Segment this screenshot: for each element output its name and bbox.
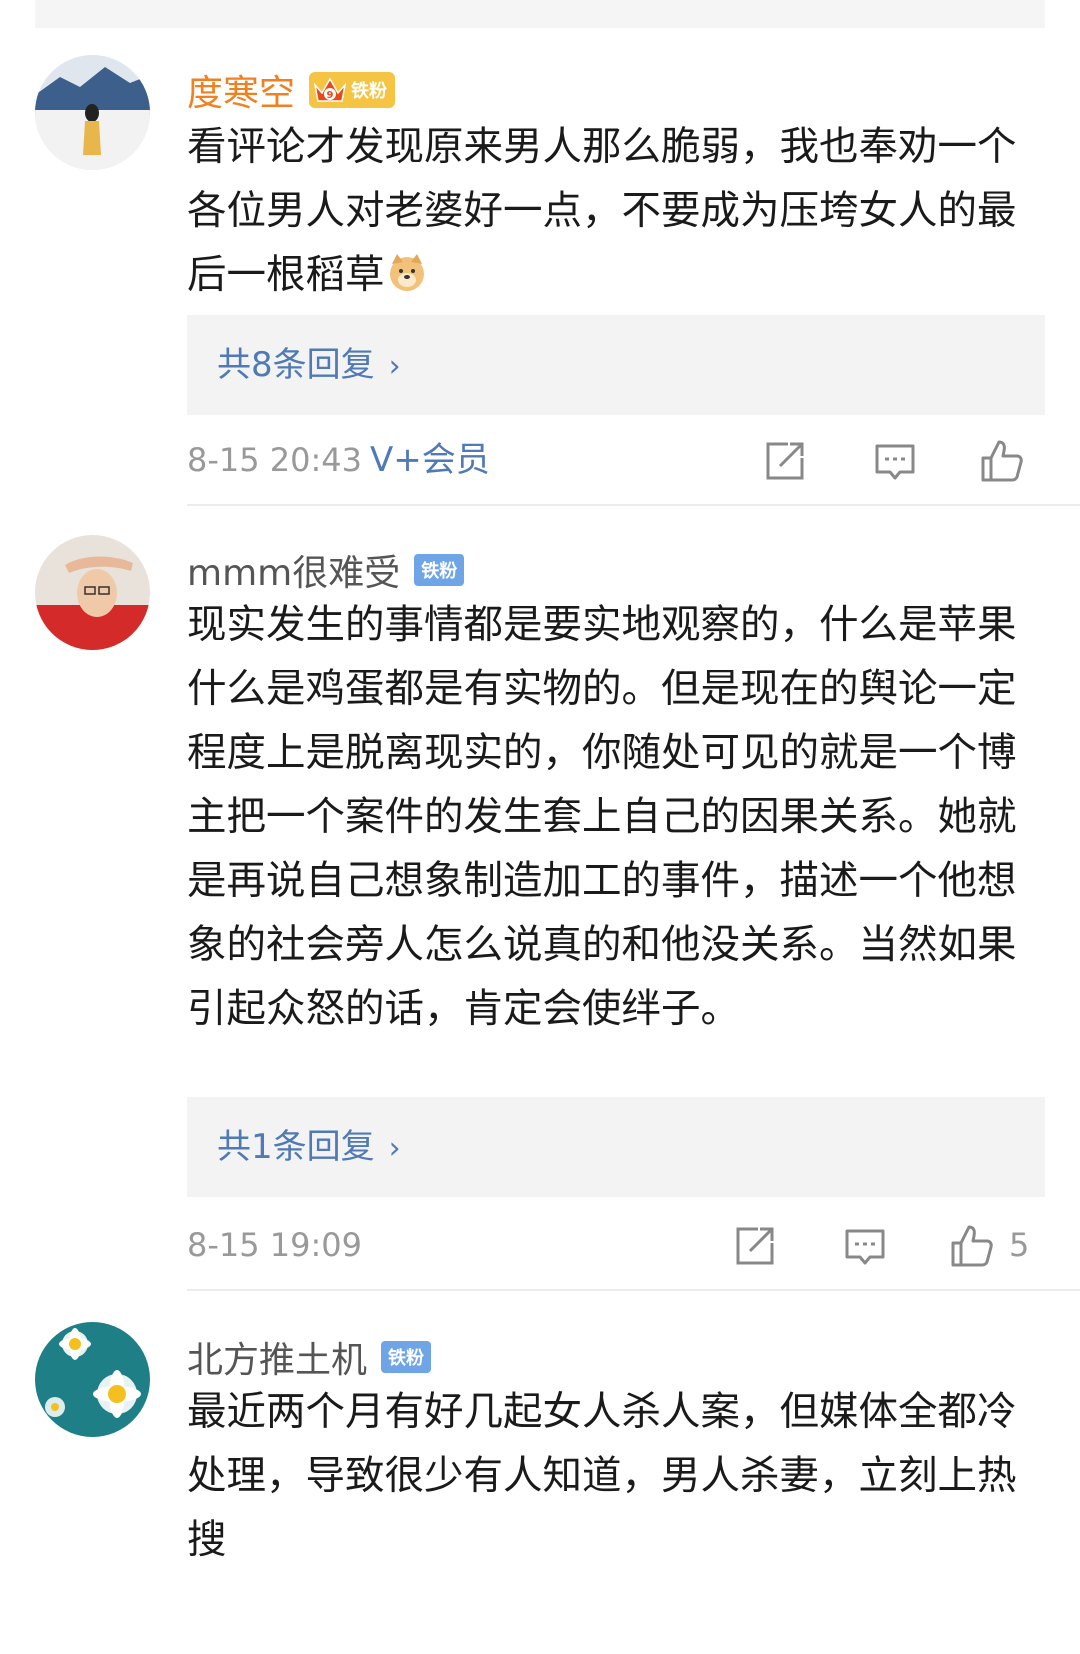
chevron-right-icon: › — [388, 349, 401, 384]
comment-item: 度寒空 9 铁粉 看评论才发现原来男人那么脆弱，我也奉劝一个各位男人对老婆好一点… — [0, 55, 1080, 506]
avatar[interactable] — [35, 535, 150, 650]
like-icon[interactable] — [949, 1223, 995, 1269]
comment-icon[interactable] — [872, 438, 918, 484]
username[interactable]: mmm很难受 — [187, 544, 400, 596]
comment-icon[interactable] — [842, 1223, 888, 1269]
divider — [187, 504, 1080, 506]
avatar[interactable] — [35, 55, 150, 170]
timestamp: 8-15 19:09 — [187, 1226, 363, 1264]
fan-badge-label: 铁粉 — [351, 81, 388, 102]
avatar[interactable] — [35, 1322, 150, 1437]
repost-icon[interactable] — [762, 438, 808, 484]
previous-reply-box — [35, 0, 1045, 28]
username[interactable]: 北方推土机 — [187, 1331, 367, 1383]
timestamp: 8-15 20:43 — [187, 441, 363, 479]
reply-summary-box[interactable]: 共8条回复 › — [187, 315, 1045, 415]
view-replies-link[interactable]: 共1条回复 › — [217, 1097, 401, 1199]
comment-text: 最近两个月有好几起女人杀人案，但媒体全都冷处理，导致很少有人知道，男人杀妻，立刻… — [187, 1389, 1017, 1563]
crown-icon: 9 — [313, 77, 347, 102]
like-icon[interactable] — [979, 438, 1025, 484]
vip-fan-badge[interactable]: 9 铁粉 — [309, 72, 396, 108]
fan-badge[interactable]: 铁粉 — [414, 554, 465, 586]
fan-badge[interactable]: 铁粉 — [381, 1341, 432, 1373]
vip-level: 9 — [327, 90, 334, 101]
comment-item: mmm很难受 铁粉 现实发生的事情都是要实地观察的，什么是苹果什么是鸡蛋都是有实… — [0, 535, 1080, 1291]
reply-summary-box[interactable]: 共1条回复 › — [187, 1097, 1045, 1197]
chevron-right-icon: › — [388, 1131, 401, 1166]
comment-text: 现实发生的事情都是要实地观察的，什么是苹果什么是鸡蛋都是有实物的。但是现在的舆论… — [187, 602, 1017, 1032]
view-replies-link[interactable]: 共8条回复 › — [217, 315, 401, 417]
comment-body: 看评论才发现原来男人那么脆弱，我也奉劝一个各位男人对老婆好一点，不要成为压垮女人… — [187, 124, 1017, 298]
comment-text: 看评论才发现原来男人那么脆弱，我也奉劝一个各位男人对老婆好一点，不要成为压垮女人… — [187, 115, 1047, 307]
like-count: 5 — [1009, 1226, 1030, 1264]
comment-item: 北方推土机 铁粉 最近两个月有好几起女人杀人案，但媒体全都冷处理，导致很少有人知… — [0, 1322, 1080, 1654]
divider — [187, 1289, 1080, 1291]
username[interactable]: 度寒空 — [187, 64, 295, 116]
repost-icon[interactable] — [732, 1223, 778, 1269]
doge-emoji-icon — [389, 254, 424, 291]
vplus-member-link[interactable]: V+会员 — [370, 433, 490, 487]
